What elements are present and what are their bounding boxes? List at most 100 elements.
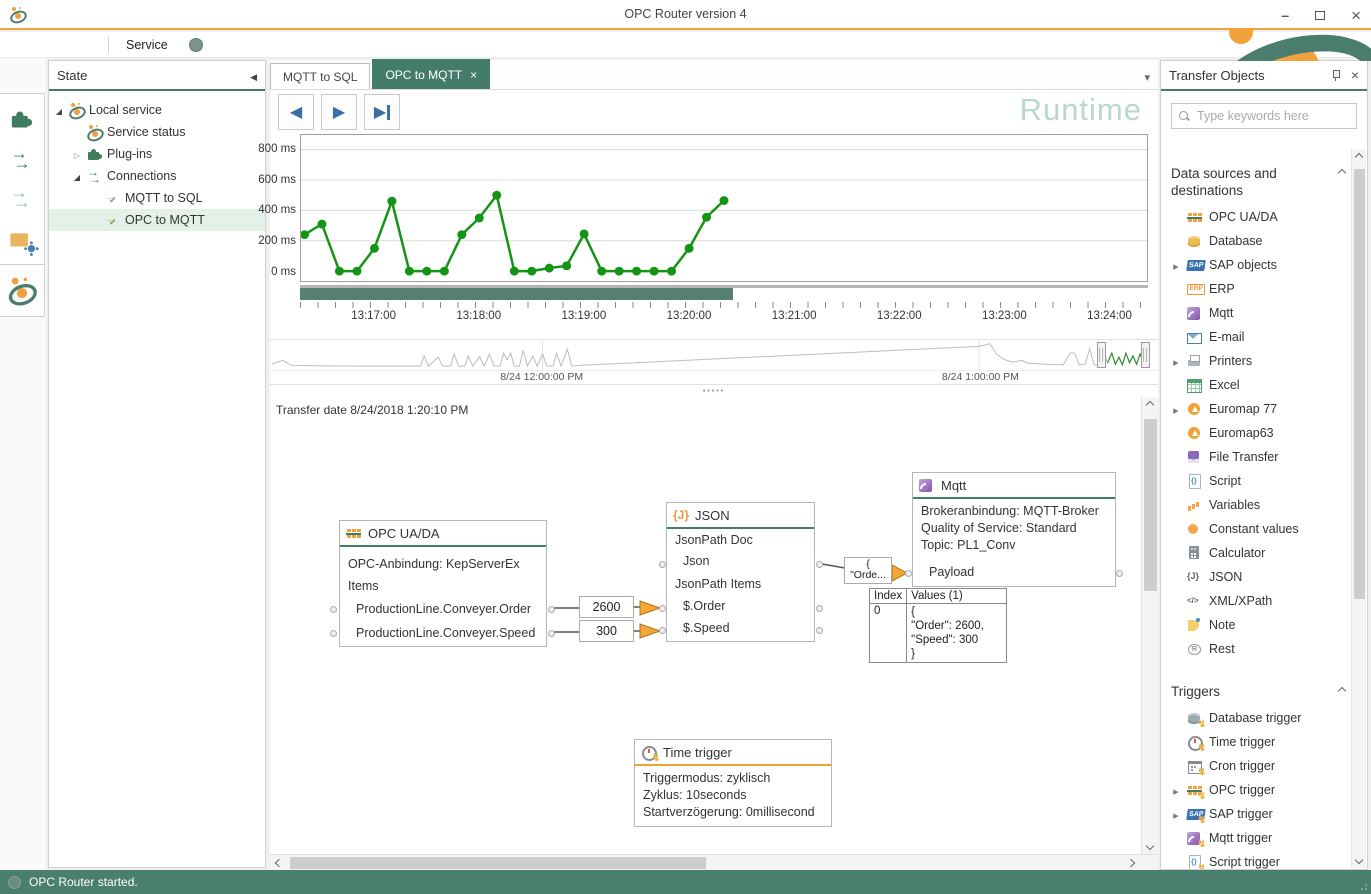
trigger-item[interactable]: SAP trigger <box>1171 802 1351 826</box>
scroll-down-icon[interactable] <box>1355 856 1363 864</box>
chart-plot-area[interactable] <box>300 134 1148 282</box>
transfer-object-item[interactable]: OPC UA/DA <box>1171 205 1351 229</box>
transfer-object-item[interactable]: Rest <box>1171 637 1351 661</box>
transfer-object-item[interactable]: File Transfer <box>1171 445 1351 469</box>
close-button[interactable] <box>1351 7 1361 24</box>
transfer-object-item[interactable]: SAP objects <box>1171 253 1351 277</box>
minimize-button[interactable] <box>1281 8 1289 22</box>
pin-panel-icon[interactable] <box>1331 69 1341 82</box>
timeline-overview[interactable]: 8/24 12:00:00 PM8/24 1:00:00 PM <box>270 339 1158 385</box>
trigger-item[interactable]: Database trigger <box>1171 706 1351 730</box>
splitter-handle[interactable] <box>270 385 1158 397</box>
scrollbar-thumb[interactable] <box>290 857 706 869</box>
scrollbar-thumb[interactable] <box>1144 419 1157 591</box>
trigger-item[interactable]: Cron trigger <box>1171 754 1351 778</box>
scroll-right-icon[interactable] <box>1127 859 1135 867</box>
json-node[interactable]: JSON JsonPath Doc Json JsonPath Items $.… <box>666 502 815 642</box>
range-handle-left[interactable] <box>1097 342 1106 368</box>
port[interactable] <box>1116 570 1123 577</box>
mqtt-node[interactable]: Mqtt Brokeranbindung: MQTT-Broker Qualit… <box>912 472 1116 587</box>
tree-expander-icon[interactable] <box>71 147 83 161</box>
port[interactable] <box>548 606 555 613</box>
next-transfer-button[interactable] <box>321 94 357 130</box>
tree-item[interactable]: Plug-ins <box>49 143 265 165</box>
trigger-item[interactable]: Mqtt trigger <box>1171 826 1351 850</box>
chart-selection-track[interactable] <box>300 285 1148 300</box>
port[interactable] <box>330 606 337 613</box>
expand-arrow-icon[interactable] <box>1171 402 1181 416</box>
scroll-left-icon[interactable] <box>275 859 283 867</box>
tree-item[interactable]: Connections <box>49 165 265 187</box>
transfer-object-item[interactable]: XML/XPath <box>1171 589 1351 613</box>
port[interactable] <box>659 627 666 634</box>
tree-item[interactable]: Local service <box>49 99 265 121</box>
transfer-object-item[interactable]: Printers <box>1171 349 1351 373</box>
resize-grip[interactable] <box>1365 888 1367 890</box>
close-panel-icon[interactable] <box>1351 67 1359 83</box>
transfer-object-item[interactable]: Excel <box>1171 373 1351 397</box>
project-settings-button[interactable] <box>5 222 39 254</box>
transfer-object-item[interactable]: Constant values <box>1171 517 1351 541</box>
tree-item[interactable]: Service status <box>49 121 265 143</box>
tree-item[interactable]: MQTT to SQL <box>49 187 265 209</box>
menu-item[interactable] <box>28 42 46 48</box>
trigger-item[interactable]: Time trigger <box>1171 730 1351 754</box>
diagram-horizontal-scrollbar[interactable] <box>270 854 1158 870</box>
search-box[interactable] <box>1171 103 1357 129</box>
opc-ua-da-node[interactable]: OPC UA/DA OPC-Anbindung: KepServerEx Ite… <box>339 520 547 647</box>
section-triggers[interactable]: Triggers <box>1171 683 1351 700</box>
trigger-item[interactable]: Script trigger <box>1171 850 1351 869</box>
transfer-object-item[interactable]: Mqtt <box>1171 301 1351 325</box>
collapse-section-icon[interactable] <box>1338 687 1346 695</box>
expand-arrow-icon[interactable] <box>1171 354 1181 368</box>
expand-arrow-icon[interactable] <box>1171 783 1181 797</box>
last-transfer-button[interactable] <box>364 94 400 130</box>
panel-vertical-scrollbar[interactable] <box>1351 149 1366 868</box>
port[interactable] <box>548 630 555 637</box>
transfer-object-item[interactable]: E-mail <box>1171 325 1351 349</box>
transfer-object-item[interactable]: Euromap63 <box>1171 421 1351 445</box>
menu-item-service[interactable]: Service <box>117 35 177 55</box>
transfer-object-item[interactable]: JSON <box>1171 565 1351 589</box>
menu-item[interactable] <box>64 42 82 48</box>
plugins-view-button[interactable] <box>5 104 39 136</box>
templates-view-button[interactable] <box>5 183 39 215</box>
menu-item[interactable] <box>10 42 28 48</box>
port[interactable] <box>816 561 823 568</box>
port[interactable] <box>659 605 666 612</box>
collapse-panel-icon[interactable] <box>250 68 257 83</box>
previous-transfer-button[interactable] <box>278 94 314 130</box>
transfer-object-item[interactable]: Script <box>1171 469 1351 493</box>
transfer-object-item[interactable]: ERP <box>1171 277 1351 301</box>
scroll-up-icon[interactable] <box>1146 401 1154 409</box>
runtime-view-button[interactable] <box>0 265 45 317</box>
menu-item[interactable] <box>82 42 100 48</box>
scroll-down-icon[interactable] <box>1146 842 1154 850</box>
port[interactable] <box>816 605 823 612</box>
scrollbar-thumb[interactable] <box>1354 169 1365 599</box>
menu-item[interactable] <box>46 42 64 48</box>
scroll-up-icon[interactable] <box>1355 153 1363 161</box>
range-handle-right[interactable] <box>1141 342 1150 368</box>
tab-list-dropdown-icon[interactable] <box>1144 68 1150 86</box>
port[interactable] <box>816 627 823 634</box>
chart-selection-bar[interactable] <box>300 288 733 300</box>
maximize-button[interactable] <box>1315 11 1325 20</box>
diagram-vertical-scrollbar[interactable] <box>1141 397 1158 854</box>
port[interactable] <box>330 630 337 637</box>
tree-item[interactable]: OPC to MQTT <box>49 209 265 231</box>
expand-arrow-icon[interactable] <box>1171 258 1181 272</box>
expand-arrow-icon[interactable] <box>1171 807 1181 821</box>
connections-view-button[interactable] <box>5 143 39 175</box>
connection-tab[interactable]: OPC to MQTT <box>372 59 490 89</box>
trigger-item[interactable]: OPC trigger <box>1171 778 1351 802</box>
connection-tab[interactable]: MQTT to SQL <box>270 63 370 89</box>
tab-close-icon[interactable] <box>470 68 477 82</box>
transfer-object-item[interactable]: Variables <box>1171 493 1351 517</box>
transfer-object-item[interactable]: Euromap 77 <box>1171 397 1351 421</box>
collapse-section-icon[interactable] <box>1338 169 1346 177</box>
section-data-sources[interactable]: Data sources and destinations <box>1171 165 1351 199</box>
tree-expander-icon[interactable] <box>71 169 83 183</box>
time-trigger-node[interactable]: Time trigger Triggermodus: zyklisch Zykl… <box>634 739 832 827</box>
search-input[interactable] <box>1197 109 1350 123</box>
